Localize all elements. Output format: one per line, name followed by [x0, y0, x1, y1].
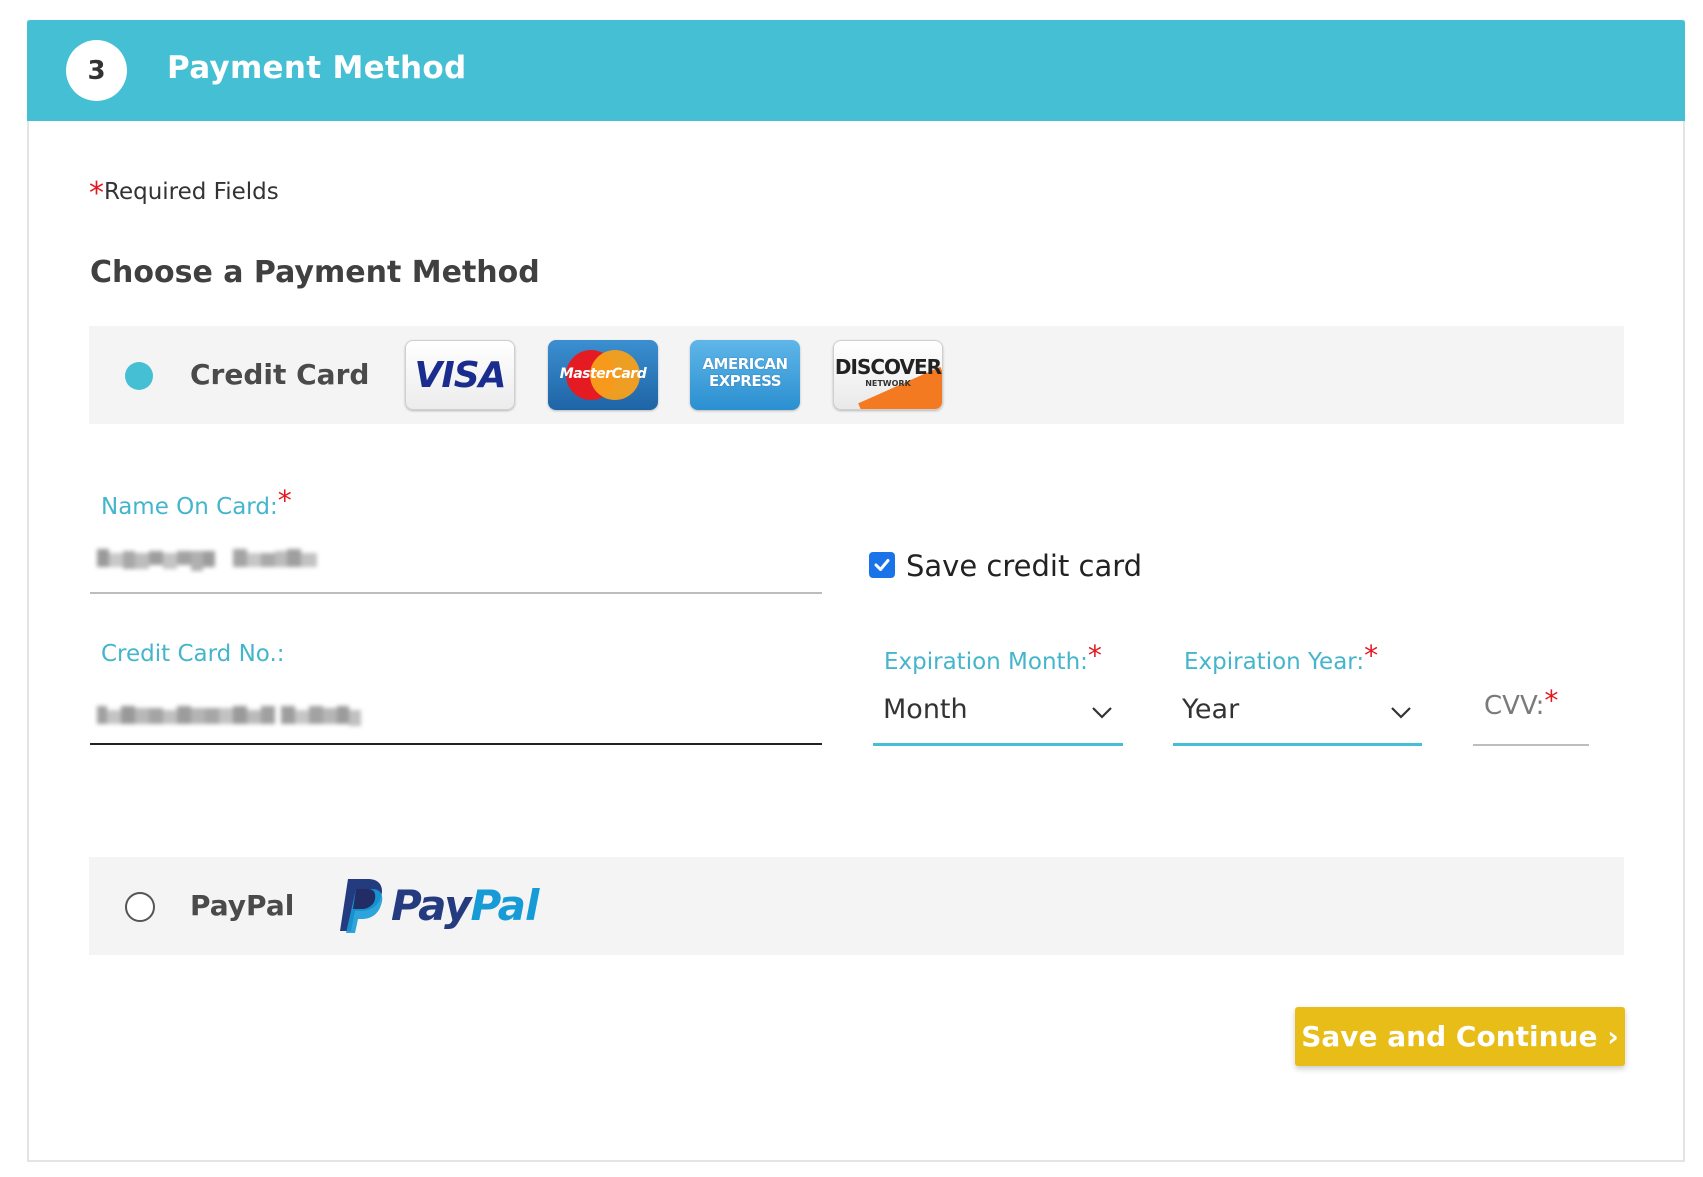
discover-logo-text: DISCOVER	[834, 355, 942, 379]
paypal-wordmark: PayPal	[391, 881, 540, 930]
paypal-wordmark-pay: Pay	[391, 881, 472, 930]
checkmark-icon	[874, 559, 890, 571]
expiration-year-select[interactable]: Year	[1182, 694, 1239, 725]
expiration-month-underline	[873, 743, 1123, 746]
paypal-label: PayPal	[190, 889, 295, 922]
section-title: Payment Method	[167, 50, 467, 86]
name-on-card-label: Name On Card:*	[101, 484, 292, 521]
name-on-card-underline	[90, 592, 822, 594]
credit-card-no-input[interactable]	[97, 702, 363, 728]
save-and-continue-button[interactable]: Save and Continue ›	[1295, 1007, 1625, 1066]
required-star: *	[1087, 639, 1102, 672]
expiration-year-label-text: Expiration Year:	[1184, 649, 1365, 675]
discover-network-text: NETWORK	[865, 379, 911, 388]
credit-card-option[interactable]: Credit Card VISA MasterCard AMERICAN EXP…	[89, 326, 1624, 424]
choose-payment-heading: Choose a Payment Method	[90, 255, 540, 290]
paypal-radio[interactable]	[125, 892, 155, 922]
required-star: *	[277, 484, 292, 517]
section-header: 3 Payment Method	[27, 20, 1685, 121]
redacted-name-value	[97, 549, 317, 571]
name-on-card-input[interactable]	[97, 545, 319, 571]
redacted-card-number-value	[97, 706, 361, 726]
chevron-down-icon[interactable]	[1390, 706, 1412, 720]
cvv-underline	[1473, 744, 1589, 746]
credit-card-no-label: Credit Card No.:	[101, 641, 285, 667]
required-fields-text: Required Fields	[104, 179, 279, 205]
expiration-month-select[interactable]: Month	[883, 694, 968, 725]
save-credit-card-label[interactable]: Save credit card	[906, 549, 1142, 583]
mastercard-logo-text: MasterCard	[559, 366, 647, 382]
cvv-label[interactable]: CVV:*	[1484, 684, 1558, 721]
expiration-month-label: Expiration Month:*	[884, 639, 1102, 676]
name-on-card-label-text: Name On Card:	[101, 494, 278, 520]
expiration-year-label: Expiration Year:*	[1184, 639, 1378, 676]
chevron-down-icon[interactable]	[1091, 706, 1113, 720]
credit-card-radio[interactable]	[125, 362, 153, 390]
discover-icon: DISCOVER NETWORK	[833, 340, 943, 410]
expiration-year-underline	[1173, 743, 1422, 746]
step-number-badge: 3	[66, 40, 127, 101]
visa-icon: VISA	[405, 340, 515, 410]
save-credit-card-checkbox[interactable]	[869, 552, 895, 578]
expiration-month-label-text: Expiration Month:	[884, 649, 1088, 675]
paypal-logo: PayPal	[338, 877, 548, 933]
amex-logo-text: AMERICAN EXPRESS	[702, 355, 788, 390]
paypal-wordmark-pal: Pal	[470, 881, 540, 930]
amex-icon: AMERICAN EXPRESS	[690, 340, 800, 410]
paypal-option[interactable]: PayPal PayPal	[89, 857, 1624, 955]
required-star: *	[89, 176, 104, 211]
credit-card-label: Credit Card	[190, 358, 370, 391]
mastercard-icon: MasterCard	[548, 340, 658, 410]
required-star: *	[1364, 639, 1379, 672]
visa-logo-text: VISA	[414, 355, 506, 396]
cvv-label-text: CVV:	[1484, 691, 1545, 721]
required-star: *	[1544, 684, 1559, 717]
required-fields-note: *Required Fields	[89, 172, 279, 211]
credit-card-no-underline	[90, 743, 822, 745]
paypal-p-icon	[340, 879, 383, 933]
